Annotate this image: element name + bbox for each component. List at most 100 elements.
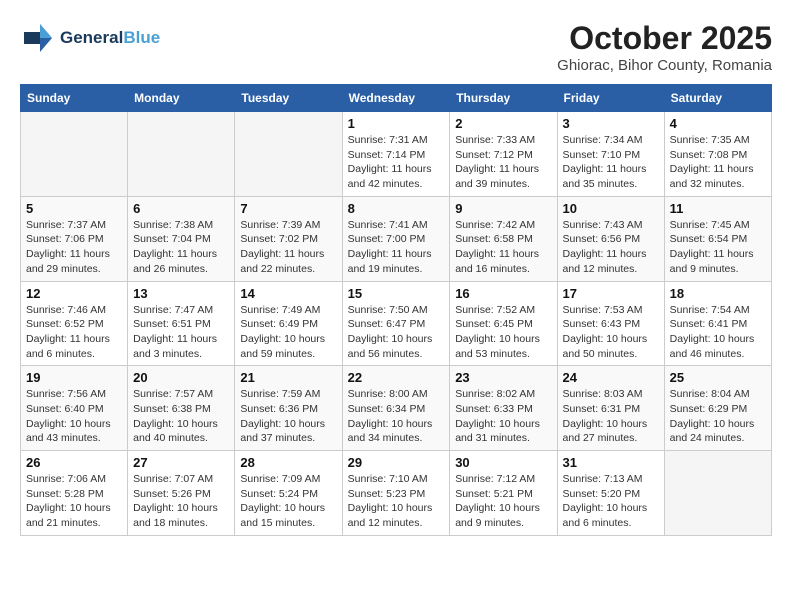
calendar-day-cell: 17 Sunrise: 7:53 AMSunset: 6:43 PMDayligh… (557, 281, 664, 366)
day-number: 17 (563, 286, 659, 301)
day-info: Sunrise: 7:45 AMSunset: 6:54 PMDaylight:… (670, 218, 766, 277)
logo-icon (20, 20, 56, 56)
calendar-day-cell: 19 Sunrise: 7:56 AMSunset: 6:40 PMDayligh… (21, 366, 128, 451)
calendar-week-row: 26Sunrise: 7:06 AMSunset: 5:28 PMDayligh… (21, 451, 772, 536)
calendar-table: SundayMondayTuesdayWednesdayThursdayFrid… (20, 84, 772, 536)
day-info: Sunrise: 7:47 AMSunset: 6:51 PMDaylight:… (133, 303, 229, 362)
weekday-header-sunday: Sunday (21, 85, 128, 112)
title-block: October 2025 Ghiorac, Bihor County, Roma… (557, 20, 772, 74)
location-subtitle: Ghiorac, Bihor County, Romania (557, 57, 772, 74)
calendar-day-cell: 4Sunrise: 7:35 AMSunset: 7:08 PMDaylight… (664, 112, 771, 197)
calendar-day-cell: 24 Sunrise: 8:03 AMSunset: 6:31 PMDayligh… (557, 366, 664, 451)
calendar-week-row: 1Sunrise: 7:31 AMSunset: 7:14 PMDaylight… (21, 112, 772, 197)
weekday-header-saturday: Saturday (664, 85, 771, 112)
day-number: 7 (240, 201, 336, 216)
day-number: 20 (133, 370, 229, 385)
day-number: 8 (348, 201, 445, 216)
calendar-day-cell: 8 Sunrise: 7:41 AMSunset: 7:00 PMDaylight… (342, 196, 450, 281)
day-number: 15 (348, 286, 445, 301)
day-info: Sunrise: 7:54 AMSunset: 6:41 PMDaylight:… (670, 303, 766, 362)
day-info: Sunrise: 8:04 AMSunset: 6:29 PMDaylight:… (670, 387, 766, 446)
day-number: 14 (240, 286, 336, 301)
page-header: GeneralBlue October 2025 Ghiorac, Bihor … (20, 20, 772, 74)
day-number: 18 (670, 286, 766, 301)
day-number: 25 (670, 370, 766, 385)
weekday-header-row: SundayMondayTuesdayWednesdayThursdayFrid… (21, 85, 772, 112)
day-number: 2 (455, 116, 551, 131)
day-info: Sunrise: 7:10 AMSunset: 5:23 PMDaylight:… (348, 472, 445, 531)
calendar-day-cell: 28Sunrise: 7:09 AMSunset: 5:24 PMDayligh… (235, 451, 342, 536)
day-info: Sunrise: 7:06 AMSunset: 5:28 PMDaylight:… (26, 472, 122, 531)
day-number: 19 (26, 370, 122, 385)
calendar-day-cell: 10 Sunrise: 7:43 AMSunset: 6:56 PMDayligh… (557, 196, 664, 281)
calendar-day-cell (235, 112, 342, 197)
weekday-header-wednesday: Wednesday (342, 85, 450, 112)
calendar-day-cell: 13 Sunrise: 7:47 AMSunset: 6:51 PMDayligh… (128, 281, 235, 366)
day-number: 21 (240, 370, 336, 385)
calendar-week-row: 12 Sunrise: 7:46 AMSunset: 6:52 PMDayligh… (21, 281, 772, 366)
day-info: Sunrise: 8:03 AMSunset: 6:31 PMDaylight:… (563, 387, 659, 446)
day-info: Sunrise: 8:02 AMSunset: 6:33 PMDaylight:… (455, 387, 551, 446)
calendar-day-cell: 5 Sunrise: 7:37 AMSunset: 7:06 PMDaylight… (21, 196, 128, 281)
day-number: 5 (26, 201, 122, 216)
calendar-day-cell: 15 Sunrise: 7:50 AMSunset: 6:47 PMDayligh… (342, 281, 450, 366)
day-info: Sunrise: 7:46 AMSunset: 6:52 PMDaylight:… (26, 303, 122, 362)
calendar-day-cell: 21 Sunrise: 7:59 AMSunset: 6:36 PMDayligh… (235, 366, 342, 451)
calendar-day-cell: 20 Sunrise: 7:57 AMSunset: 6:38 PMDayligh… (128, 366, 235, 451)
day-number: 9 (455, 201, 551, 216)
calendar-day-cell: 26Sunrise: 7:06 AMSunset: 5:28 PMDayligh… (21, 451, 128, 536)
day-number: 29 (348, 455, 445, 470)
calendar-day-cell: 27 Sunrise: 7:07 AMSunset: 5:26 PMDayligh… (128, 451, 235, 536)
calendar-week-row: 5 Sunrise: 7:37 AMSunset: 7:06 PMDaylight… (21, 196, 772, 281)
calendar-day-cell: 6Sunrise: 7:38 AMSunset: 7:04 PMDaylight… (128, 196, 235, 281)
day-number: 3 (563, 116, 659, 131)
calendar-day-cell: 3 Sunrise: 7:34 AMSunset: 7:10 PMDaylight… (557, 112, 664, 197)
day-info: Sunrise: 7:57 AMSunset: 6:38 PMDaylight:… (133, 387, 229, 446)
day-info: Sunrise: 7:56 AMSunset: 6:40 PMDaylight:… (26, 387, 122, 446)
day-number: 12 (26, 286, 122, 301)
day-info: Sunrise: 7:33 AMSunset: 7:12 PMDaylight:… (455, 133, 551, 192)
calendar-day-cell: 14Sunrise: 7:49 AMSunset: 6:49 PMDayligh… (235, 281, 342, 366)
weekday-header-thursday: Thursday (450, 85, 557, 112)
calendar-day-cell: 31 Sunrise: 7:13 AMSunset: 5:20 PMDayligh… (557, 451, 664, 536)
day-number: 31 (563, 455, 659, 470)
calendar-week-row: 19 Sunrise: 7:56 AMSunset: 6:40 PMDayligh… (21, 366, 772, 451)
day-info: Sunrise: 7:59 AMSunset: 6:36 PMDaylight:… (240, 387, 336, 446)
calendar-day-cell: 30Sunrise: 7:12 AMSunset: 5:21 PMDayligh… (450, 451, 557, 536)
calendar-day-cell: 22 Sunrise: 8:00 AMSunset: 6:34 PMDayligh… (342, 366, 450, 451)
logo-text: GeneralBlue (60, 28, 160, 48)
day-number: 4 (670, 116, 766, 131)
calendar-day-cell: 7 Sunrise: 7:39 AMSunset: 7:02 PMDaylight… (235, 196, 342, 281)
calendar-day-cell: 2 Sunrise: 7:33 AMSunset: 7:12 PMDaylight… (450, 112, 557, 197)
logo: GeneralBlue (20, 20, 160, 56)
day-info: Sunrise: 7:52 AMSunset: 6:45 PMDaylight:… (455, 303, 551, 362)
weekday-header-monday: Monday (128, 85, 235, 112)
day-info: Sunrise: 8:00 AMSunset: 6:34 PMDaylight:… (348, 387, 445, 446)
day-number: 13 (133, 286, 229, 301)
day-info: Sunrise: 7:37 AMSunset: 7:06 PMDaylight:… (26, 218, 122, 277)
day-info: Sunrise: 7:42 AMSunset: 6:58 PMDaylight:… (455, 218, 551, 277)
day-number: 16 (455, 286, 551, 301)
day-info: Sunrise: 7:41 AMSunset: 7:00 PMDaylight:… (348, 218, 445, 277)
day-number: 6 (133, 201, 229, 216)
day-number: 22 (348, 370, 445, 385)
calendar-day-cell (664, 451, 771, 536)
weekday-header-tuesday: Tuesday (235, 85, 342, 112)
month-title: October 2025 (557, 20, 772, 57)
day-info: Sunrise: 7:39 AMSunset: 7:02 PMDaylight:… (240, 218, 336, 277)
day-info: Sunrise: 7:50 AMSunset: 6:47 PMDaylight:… (348, 303, 445, 362)
day-number: 27 (133, 455, 229, 470)
day-number: 24 (563, 370, 659, 385)
day-number: 10 (563, 201, 659, 216)
calendar-day-cell: 12 Sunrise: 7:46 AMSunset: 6:52 PMDayligh… (21, 281, 128, 366)
day-number: 11 (670, 201, 766, 216)
day-number: 1 (348, 116, 445, 131)
calendar-day-cell: 23Sunrise: 8:02 AMSunset: 6:33 PMDayligh… (450, 366, 557, 451)
day-info: Sunrise: 7:13 AMSunset: 5:20 PMDaylight:… (563, 472, 659, 531)
day-info: Sunrise: 7:09 AMSunset: 5:24 PMDaylight:… (240, 472, 336, 531)
day-info: Sunrise: 7:53 AMSunset: 6:43 PMDaylight:… (563, 303, 659, 362)
day-info: Sunrise: 7:43 AMSunset: 6:56 PMDaylight:… (563, 218, 659, 277)
calendar-day-cell: 1Sunrise: 7:31 AMSunset: 7:14 PMDaylight… (342, 112, 450, 197)
day-info: Sunrise: 7:34 AMSunset: 7:10 PMDaylight:… (563, 133, 659, 192)
day-info: Sunrise: 7:07 AMSunset: 5:26 PMDaylight:… (133, 472, 229, 531)
